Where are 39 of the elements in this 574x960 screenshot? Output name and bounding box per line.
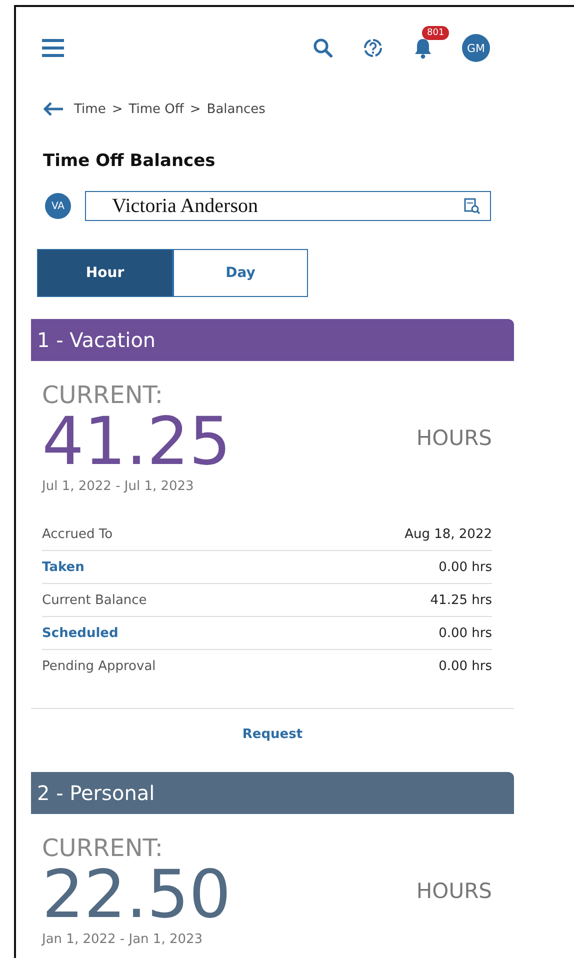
breadcrumb-separator: > [112, 102, 123, 116]
employee-field[interactable]: Victoria Anderson [85, 191, 491, 221]
breadcrumb-link[interactable]: Time Off [128, 102, 184, 116]
balance-amount: 22.50 [42, 862, 231, 928]
breadcrumb-separator: > [190, 102, 201, 116]
row-label: Pending Approval [42, 658, 156, 674]
employee-avatar: VA [45, 193, 71, 219]
page-title: Time Off Balances [43, 151, 216, 171]
row-value: 41.25 hrs [430, 592, 492, 608]
user-avatar[interactable]: GM [462, 34, 490, 62]
row-value: 0.00 hrs [438, 560, 492, 574]
lookup-icon[interactable] [463, 197, 481, 215]
breadcrumb-link[interactable]: Balances [206, 102, 266, 116]
notification-badge: 801 [422, 26, 450, 40]
unit-toggle-option[interactable]: Day [173, 249, 308, 297]
current-label: CURRENT: [42, 834, 164, 862]
request-link[interactable]: Request [242, 727, 303, 742]
row-link[interactable]: Scheduled [42, 626, 118, 640]
card-header: 1 - Vacation [31, 319, 514, 361]
row-value: Aug 18, 2022 [404, 526, 492, 542]
balance-amount: 41.25 [42, 409, 231, 475]
menu-icon[interactable] [42, 38, 64, 58]
row-label: Current Balance [42, 592, 147, 608]
unit-label: HOURS [416, 878, 492, 902]
period-text: Jan 1, 2022 - Jan 1, 2023 [42, 932, 204, 947]
search-icon[interactable] [312, 37, 334, 59]
row-label: Accrued To [42, 526, 113, 542]
help-icon[interactable] [362, 37, 384, 59]
current-label: CURRENT: [42, 381, 164, 409]
row-link[interactable]: Taken [42, 560, 84, 574]
breadcrumb-link[interactable]: Time [74, 102, 106, 116]
period-text: Jul 1, 2022 - Jul 1, 2023 [42, 479, 195, 494]
back-arrow-icon[interactable] [42, 101, 64, 117]
row-value: 0.00 hrs [438, 626, 492, 640]
row-value: 0.00 hrs [438, 658, 492, 674]
unit-label: HOURS [416, 426, 492, 450]
unit-toggle-option[interactable]: Hour [37, 249, 173, 297]
card-header: 2 - Personal [31, 772, 514, 814]
bell-icon[interactable] [412, 36, 434, 60]
